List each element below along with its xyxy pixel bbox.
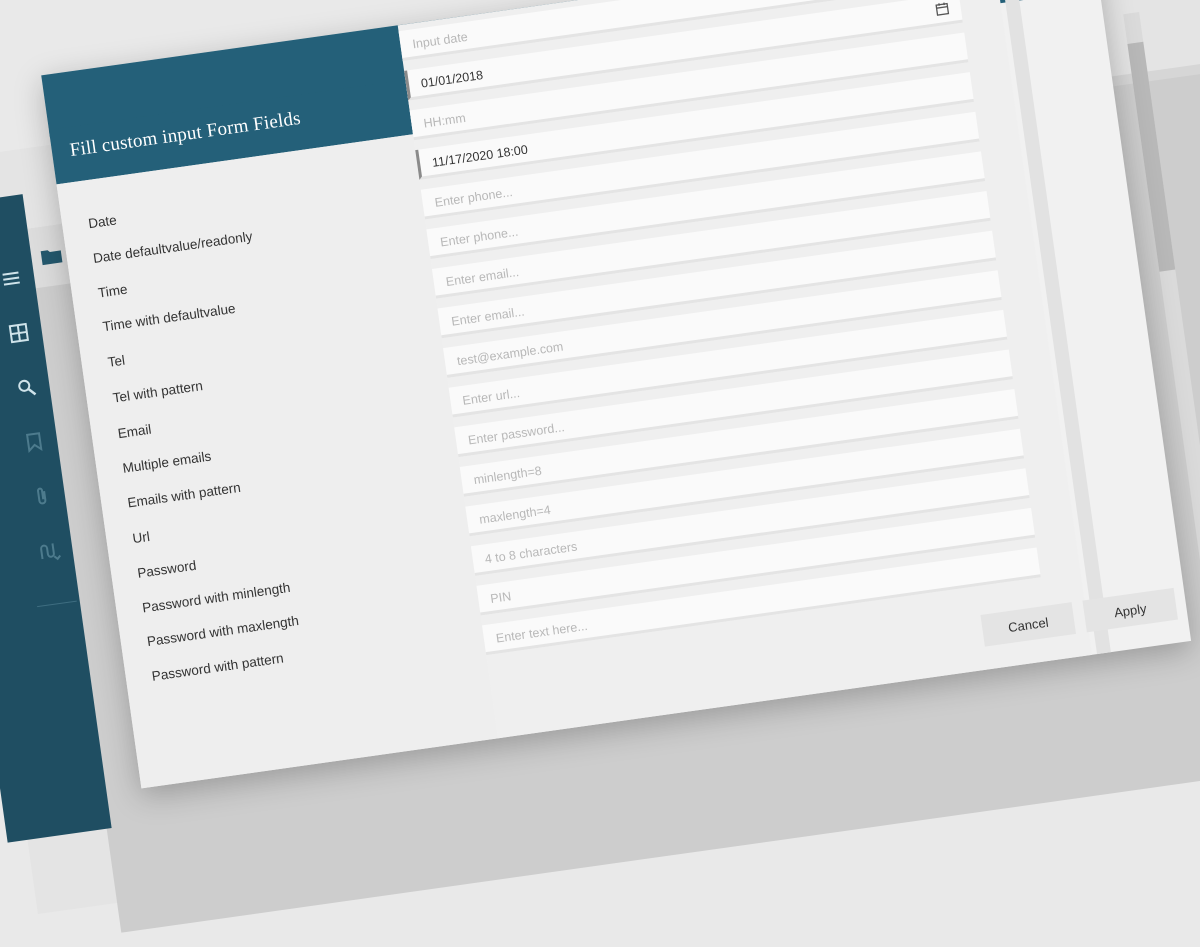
field-placeholder: Enter email... xyxy=(451,305,526,329)
field-label: Password with maxlength xyxy=(146,613,300,649)
bookmark-icon[interactable] xyxy=(9,417,59,467)
field-placeholder: HH:mm xyxy=(423,111,467,131)
signature-icon[interactable] xyxy=(25,526,75,576)
field-placeholder: minlength=8 xyxy=(473,464,543,487)
viewer-scene: Fill custom input Form Fields DateDate d… xyxy=(0,0,1200,710)
sidebar-divider xyxy=(37,601,77,608)
field-label: Password xyxy=(136,558,197,581)
field-placeholder: maxlength=4 xyxy=(478,503,551,527)
field-value: 01/01/2018 xyxy=(420,68,484,91)
field-label: Emails with pattern xyxy=(127,480,242,511)
field-placeholder: Input date xyxy=(412,30,469,52)
field-label: Tel with pattern xyxy=(112,378,204,405)
field-placeholder: Enter phone... xyxy=(434,185,514,210)
field-placeholder: Enter password... xyxy=(467,420,565,447)
field-label: Url xyxy=(132,529,151,546)
menu-icon[interactable] xyxy=(0,254,36,304)
field-label: Date defaultvalue/readonly xyxy=(92,229,253,266)
field-placeholder: Enter url... xyxy=(462,386,521,408)
search-icon[interactable] xyxy=(2,363,52,413)
field-label: Email xyxy=(117,422,153,442)
field-placeholder: Enter phone... xyxy=(439,225,519,250)
field-label: Tel xyxy=(107,353,126,370)
field-placeholder: Enter email... xyxy=(445,265,520,289)
field-label: Password with pattern xyxy=(151,650,285,683)
paperclip-icon[interactable] xyxy=(17,472,67,522)
calendar-icon[interactable] xyxy=(935,2,950,17)
field-label: Date xyxy=(87,212,117,231)
folder-icon xyxy=(39,245,63,266)
field-placeholder: test@example.com xyxy=(456,339,564,368)
field-placeholder: Enter text here... xyxy=(495,619,588,646)
grid-icon[interactable] xyxy=(0,308,44,358)
field-placeholder: 4 to 8 characters xyxy=(484,540,578,567)
field-label: Password with minlength xyxy=(141,580,291,616)
field-value: 11/17/2020 18:00 xyxy=(431,143,528,170)
field-label: Multiple emails xyxy=(122,449,212,476)
field-label: Time with defaultvalue xyxy=(102,301,237,334)
field-label: Time xyxy=(97,282,128,301)
field-placeholder: PIN xyxy=(489,589,512,606)
